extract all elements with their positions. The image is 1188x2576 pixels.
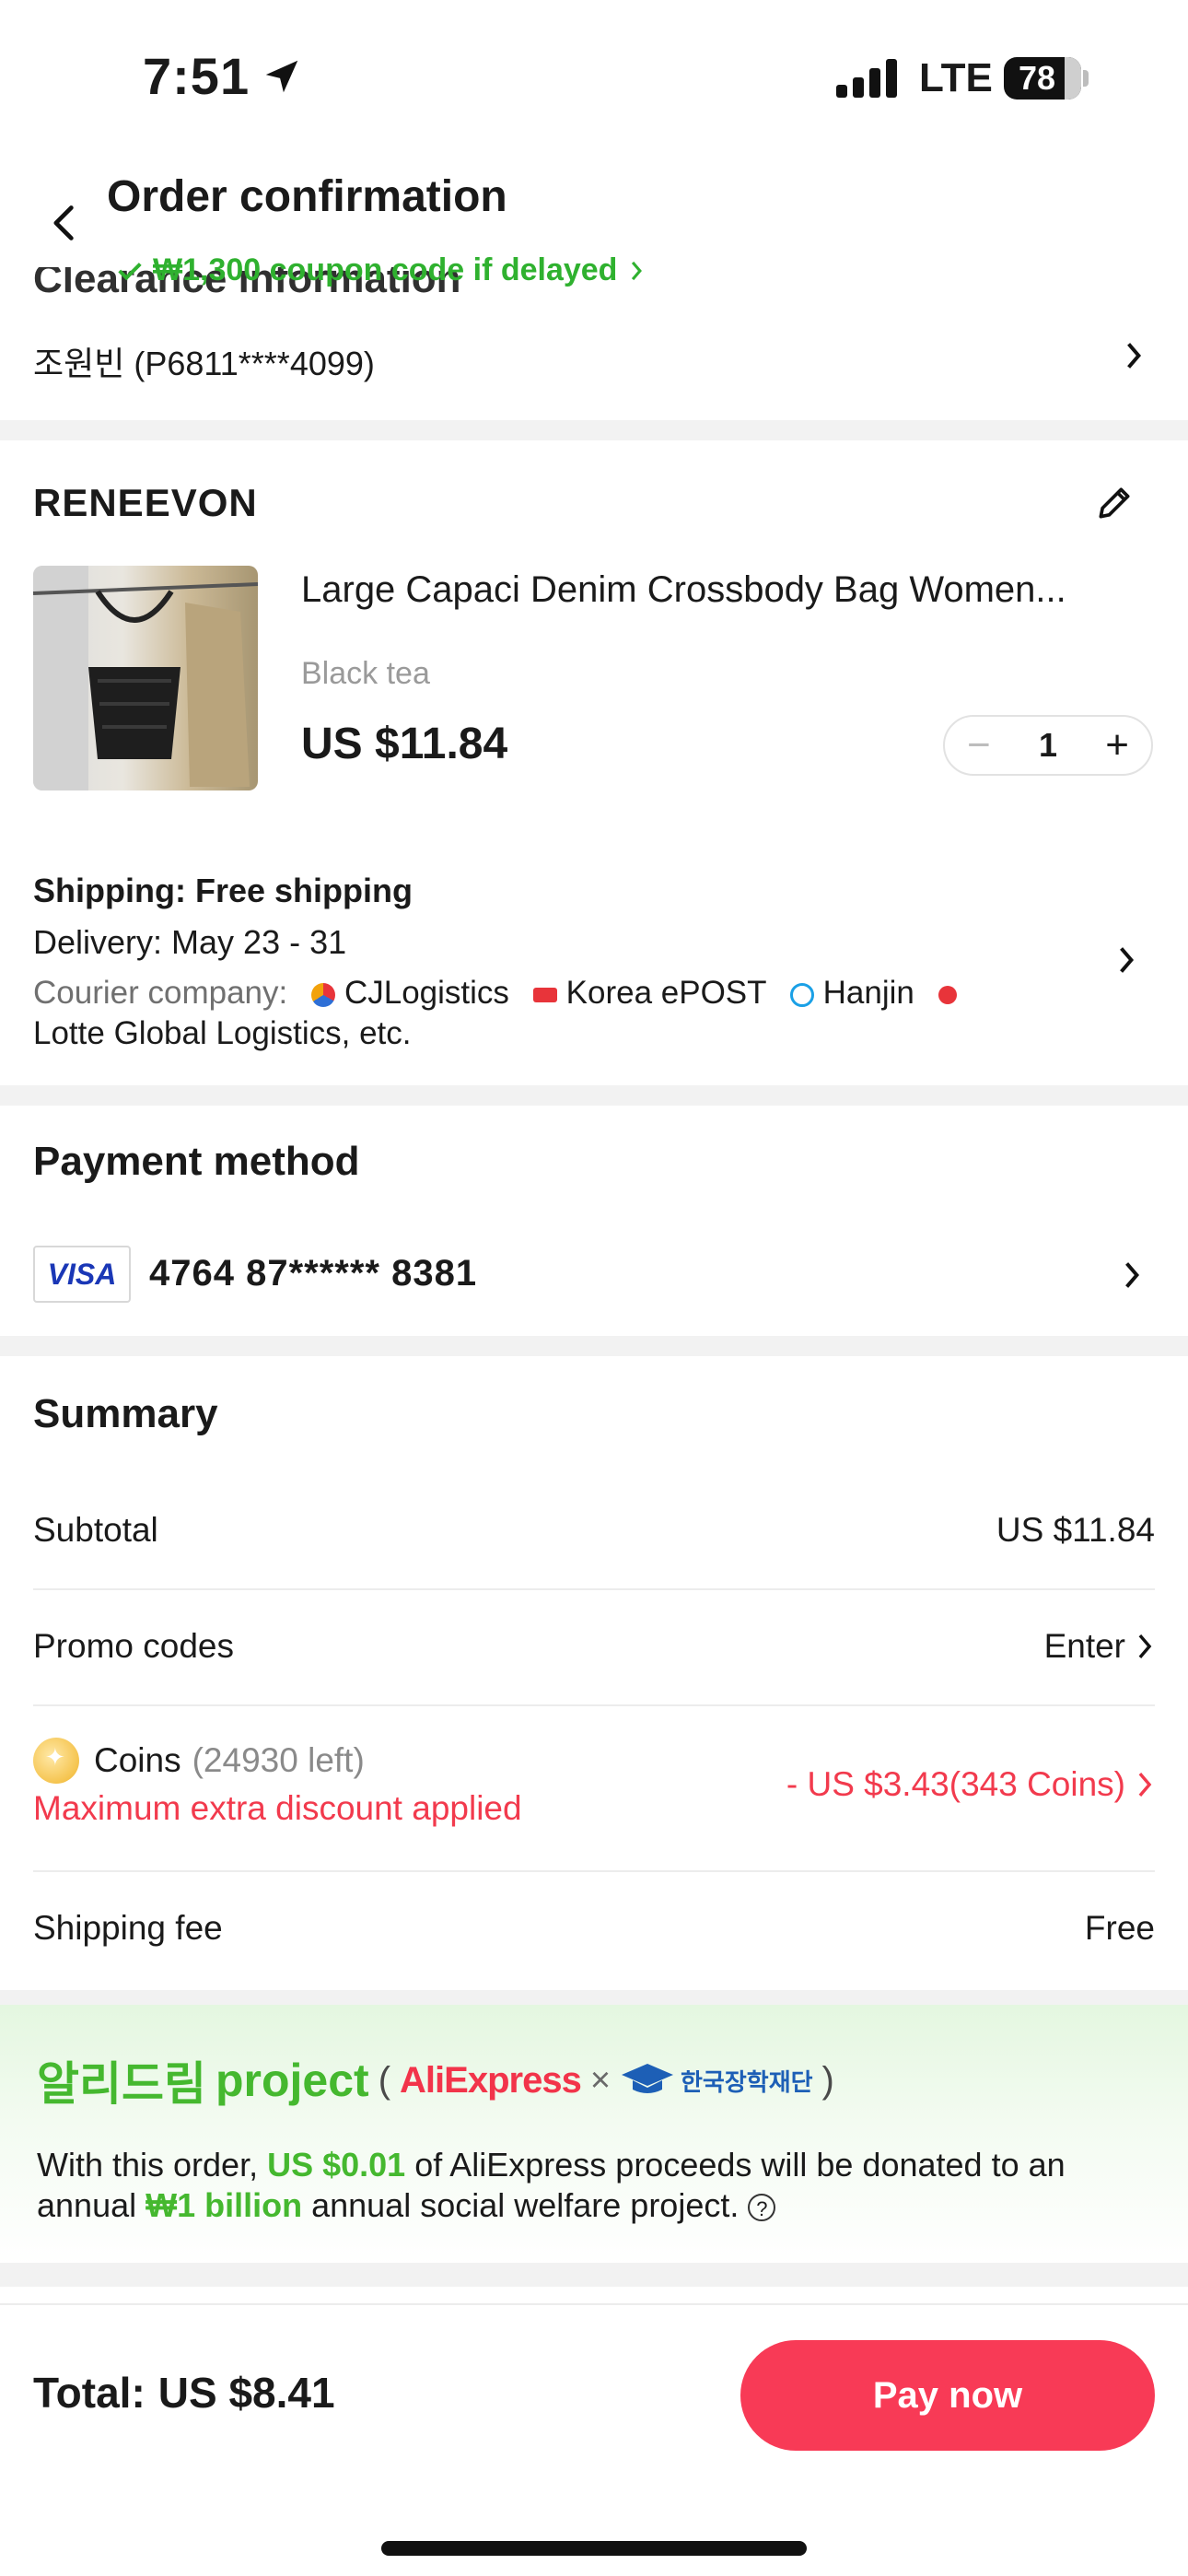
decrease-quantity-button[interactable]: −	[967, 722, 991, 768]
status-time-text: 7:51	[143, 47, 250, 105]
courier-label: Courier company:	[33, 975, 288, 1011]
network-type: LTE	[919, 55, 993, 100]
increase-quantity-button[interactable]: +	[1105, 722, 1129, 768]
battery-level: 78	[1018, 59, 1056, 97]
korea-epost-icon	[532, 987, 557, 1002]
edit-pencil-icon[interactable]	[1094, 483, 1135, 523]
courier-cj: CJLogistics	[344, 975, 509, 1011]
times-glyph: ×	[589, 2060, 611, 2100]
payment-method-title: Payment method	[33, 1139, 360, 1184]
subtotal-row: Subtotal US $11.84	[33, 1511, 1155, 1550]
footer-border	[0, 2303, 1188, 2305]
section-divider	[0, 420, 1188, 440]
chevron-right-icon	[632, 261, 643, 280]
courier-hanjin: Hanjin	[822, 975, 914, 1011]
pay-now-button[interactable]: Pay now	[740, 2340, 1155, 2451]
delivery-date: Delivery: May 23 - 31	[33, 923, 347, 961]
clearance-value[interactable]: 조원빈 (P6811****4099)	[33, 337, 375, 385]
shipping-fee-row: Shipping fee Free	[33, 1909, 1155, 1948]
row-divider	[33, 1588, 1155, 1590]
help-icon[interactable]: ?	[748, 2194, 776, 2222]
coupon-text: ₩1,300 coupon code if delayed	[153, 252, 618, 287]
coins-row[interactable]: Coins (24930 left) Maximum extra discoun…	[33, 1738, 1155, 1839]
shipping-fee-value: Free	[1084, 1909, 1155, 1947]
coins-discount: - US $3.43(343 Coins)	[786, 1765, 1155, 1804]
battery-icon: 78	[1004, 57, 1081, 100]
row-divider	[33, 1870, 1155, 1872]
cellular-signal-icon	[836, 57, 897, 98]
aliexpress-logo: AliExpress	[400, 2059, 582, 2101]
product-name[interactable]: Large Capaci Denim Crossbody Bag Women..…	[301, 569, 1153, 611]
delay-coupon-banner[interactable]: ₩1,300 coupon code if delayed	[116, 252, 646, 288]
donation-title-en: project	[215, 2055, 369, 2106]
donation-text: With this order, US $0.01 of AliExpress …	[37, 2145, 1160, 2226]
check-icon	[118, 262, 142, 280]
chevron-right-icon	[1138, 1633, 1152, 1659]
home-indicator[interactable]	[381, 2541, 807, 2556]
product-price: US $11.84	[301, 720, 508, 768]
visa-card-icon: VISA	[33, 1246, 131, 1303]
graduation-cap-icon	[622, 2064, 674, 2093]
back-chevron-icon[interactable]	[44, 199, 85, 247]
donation-text-1: With this order,	[37, 2146, 268, 2184]
section-divider	[0, 2263, 1188, 2287]
courier-epost: Korea ePOST	[565, 975, 766, 1011]
quantity-value: 1	[1038, 726, 1058, 764]
section-divider	[0, 1336, 1188, 1356]
total-value: US $8.41	[157, 2369, 335, 2417]
courier-info[interactable]: Courier company: CJLogistics Korea ePOST…	[33, 973, 1101, 1054]
promo-label: Promo codes	[33, 1627, 234, 1665]
hanjin-icon	[789, 982, 814, 1007]
status-time: 7:51	[143, 46, 303, 106]
promo-enter[interactable]: Enter	[1044, 1627, 1155, 1666]
store-name[interactable]: RENEEVON	[33, 481, 258, 525]
donation-title: 알리드림 project ( AliExpress × 한국장학재단 )	[37, 2047, 834, 2113]
card-number[interactable]: 4764 87****** 8381	[149, 1253, 477, 1294]
battery-tip	[1083, 70, 1089, 87]
quantity-stepper: − 1 +	[943, 715, 1153, 776]
subtotal-label: Subtotal	[33, 1511, 158, 1549]
promo-codes-row[interactable]: Promo codes Enter	[33, 1627, 1155, 1666]
coin-icon	[33, 1738, 79, 1784]
lotte-icon	[938, 985, 957, 1004]
coins-discount-value: - US $3.43(343 Coins)	[786, 1765, 1125, 1803]
page-title: Order confirmation	[107, 172, 507, 221]
chevron-right-icon	[1138, 1772, 1152, 1797]
kosaf-name: 한국장학재단	[681, 2067, 813, 2096]
chevron-right-icon[interactable]	[1122, 1259, 1142, 1292]
summary-title: Summary	[33, 1391, 218, 1436]
chevron-right-icon[interactable]	[1116, 943, 1136, 977]
order-total: Total: US $8.41	[33, 2368, 335, 2418]
row-divider	[33, 1704, 1155, 1706]
kosaf-logo: 한국장학재단	[620, 2062, 813, 2099]
total-label: Total:	[33, 2369, 146, 2417]
shipping-fee-label: Shipping fee	[33, 1909, 223, 1947]
donation-goal: ₩1 billion	[146, 2186, 303, 2224]
chevron-right-icon[interactable]	[1124, 339, 1144, 372]
coins-left: (24930 left)	[192, 1741, 365, 1779]
paren-open: (	[378, 2059, 391, 2101]
cj-logistics-icon	[310, 982, 335, 1007]
shipping-label: Shipping: Free shipping	[33, 872, 413, 909]
paren-close: )	[821, 2059, 834, 2101]
bag-image	[33, 566, 258, 790]
section-divider	[0, 1085, 1188, 1106]
product-variant[interactable]: Black tea	[301, 656, 430, 692]
donation-title-ko: 알리드림	[37, 2058, 206, 2110]
donation-text-3: annual social welfare project.	[302, 2186, 740, 2224]
subtotal-value: US $11.84	[996, 1511, 1155, 1549]
coins-label: Coins	[94, 1741, 181, 1779]
location-arrow-icon	[265, 60, 298, 92]
product-thumbnail[interactable]	[33, 566, 258, 790]
donation-amount: US $0.01	[267, 2146, 406, 2184]
promo-enter-text: Enter	[1043, 1627, 1125, 1665]
courier-tail: Lotte Global Logistics, etc.	[33, 1015, 412, 1051]
